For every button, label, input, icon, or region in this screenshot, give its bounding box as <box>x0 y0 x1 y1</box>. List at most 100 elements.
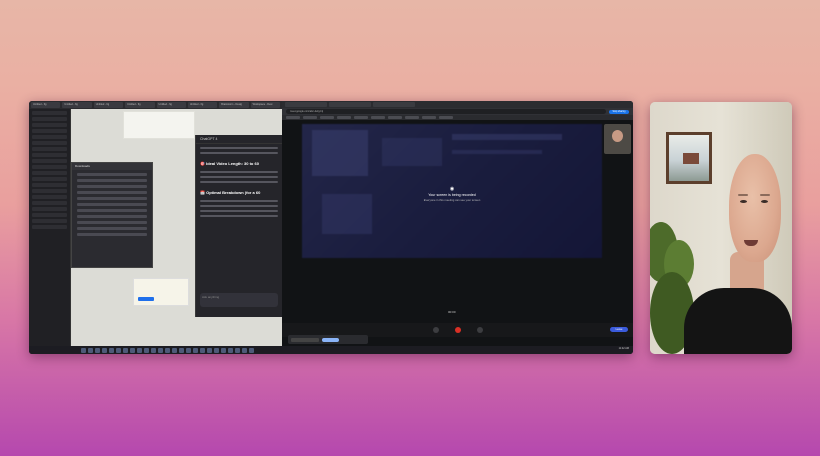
browser-tab[interactable] <box>329 102 371 107</box>
canvas-frame[interactable] <box>123 111 195 139</box>
explorer-item[interactable] <box>77 209 147 212</box>
recording-title: Your screen is being recorded <box>428 193 476 197</box>
design-tab[interactable]: Untitled - fig <box>156 102 186 108</box>
taskbar-app-icon[interactable] <box>151 347 156 353</box>
bookmark[interactable] <box>320 116 334 119</box>
taskbar-app-icon[interactable] <box>235 347 240 353</box>
taskbar-app-icon[interactable] <box>228 347 233 353</box>
bookmark[interactable] <box>371 116 385 119</box>
chat-text-line <box>200 147 278 149</box>
chat-heading: 🎯 Ideal Video Length: 30 to 60 <box>200 161 259 166</box>
taskbar-app-icon[interactable] <box>102 347 107 353</box>
explorer-item[interactable] <box>77 221 147 224</box>
explorer-item[interactable] <box>77 197 147 200</box>
layer-row[interactable] <box>32 195 67 199</box>
taskbar-app-icon[interactable] <box>109 347 114 353</box>
record-stop-button[interactable] <box>454 327 461 333</box>
bookmark[interactable] <box>303 116 317 119</box>
taskbar-app-icon[interactable] <box>221 347 226 353</box>
mic-icon[interactable] <box>432 327 439 333</box>
explorer-item[interactable] <box>77 233 147 236</box>
layer-row[interactable] <box>32 123 67 127</box>
design-tab[interactable]: Untitled - fig <box>93 102 124 108</box>
canvas-card[interactable] <box>133 278 189 306</box>
design-tab[interactable]: Workspace - Desi <box>250 102 280 108</box>
layer-row[interactable] <box>32 171 67 175</box>
taskbar-app-icon[interactable] <box>88 347 93 353</box>
design-tab[interactable]: Untitled - fig <box>31 102 61 108</box>
taskbar-app-icon[interactable] <box>242 347 247 353</box>
taskbar-app-icon[interactable] <box>123 347 128 353</box>
browser-tab[interactable] <box>285 102 327 107</box>
layer-row[interactable] <box>32 147 67 151</box>
taskbar-app-icon[interactable] <box>200 347 205 353</box>
chat-title: ChatGPT 4 <box>196 135 282 144</box>
bookmark[interactable] <box>337 116 351 119</box>
presenter-eye <box>740 200 747 203</box>
layer-row[interactable] <box>32 141 67 145</box>
layer-row[interactable] <box>32 117 67 121</box>
bookmark[interactable] <box>354 116 368 119</box>
hide-button[interactable] <box>322 337 339 342</box>
explorer-item[interactable] <box>77 173 147 176</box>
layer-row[interactable] <box>32 213 67 217</box>
layer-row[interactable] <box>32 111 67 115</box>
chat-input[interactable]: Ask anything <box>200 293 278 307</box>
url-field[interactable]: meet.google.com/abc-defg-hij <box>286 109 606 114</box>
taskbar-app-icon[interactable] <box>158 347 163 353</box>
explorer-item[interactable] <box>77 203 147 206</box>
camera-icon[interactable] <box>476 327 483 333</box>
stop-sharing-button[interactable]: Stop sharing <box>609 109 629 114</box>
taskbar-app-icon[interactable] <box>165 347 170 353</box>
taskbar-app-icon[interactable] <box>137 347 142 353</box>
bookmark[interactable] <box>405 116 419 119</box>
taskbar-app-icon[interactable] <box>214 347 219 353</box>
taskbar <box>29 346 633 354</box>
design-tab[interactable]: Untitled - fig <box>62 102 92 108</box>
layer-row[interactable] <box>32 225 67 229</box>
explorer-item[interactable] <box>77 185 147 188</box>
chat-text-line <box>200 205 278 207</box>
explorer-item[interactable] <box>77 179 147 182</box>
layer-row[interactable] <box>32 153 67 157</box>
taskbar-app-icon[interactable] <box>186 347 191 353</box>
presenter-brow <box>760 194 770 196</box>
layer-row[interactable] <box>32 129 67 133</box>
layer-row[interactable] <box>32 201 67 205</box>
browser-tab[interactable] <box>373 102 415 107</box>
design-tab[interactable]: Brainstorm - Desig <box>219 102 249 108</box>
chat-text-line <box>200 210 278 212</box>
leave-button[interactable]: Leave <box>610 327 628 332</box>
layer-row[interactable] <box>32 177 67 181</box>
layer-row[interactable] <box>32 189 67 193</box>
bookmark[interactable] <box>286 116 300 119</box>
bookmark[interactable] <box>388 116 402 119</box>
taskbar-app-icon[interactable] <box>130 347 135 353</box>
taskbar-app-icon[interactable] <box>193 347 198 353</box>
bookmark[interactable] <box>422 116 436 119</box>
layer-row[interactable] <box>32 183 67 187</box>
taskbar-app-icon[interactable] <box>172 347 177 353</box>
taskbar-app-icon[interactable] <box>249 347 254 353</box>
design-tab[interactable]: Untitled - fig <box>125 102 155 108</box>
taskbar-app-icon[interactable] <box>95 347 100 353</box>
taskbar-app-icon[interactable] <box>116 347 121 353</box>
design-tab[interactable]: Untitled - fig <box>187 102 218 108</box>
participant-tile[interactable] <box>604 124 631 154</box>
explorer-item[interactable] <box>77 191 147 194</box>
card-button[interactable] <box>138 297 154 301</box>
layer-row[interactable] <box>32 165 67 169</box>
presenter-brow <box>738 194 748 196</box>
explorer-item[interactable] <box>77 215 147 218</box>
explorer-item[interactable] <box>77 227 147 230</box>
bookmark[interactable] <box>439 116 453 119</box>
layers-panel <box>29 109 71 346</box>
taskbar-app-icon[interactable] <box>179 347 184 353</box>
layer-row[interactable] <box>32 219 67 223</box>
taskbar-app-icon[interactable] <box>144 347 149 353</box>
taskbar-app-icon[interactable] <box>207 347 212 353</box>
layer-row[interactable] <box>32 159 67 163</box>
layer-row[interactable] <box>32 207 67 211</box>
layer-row[interactable] <box>32 135 67 139</box>
start-icon[interactable] <box>81 347 86 353</box>
